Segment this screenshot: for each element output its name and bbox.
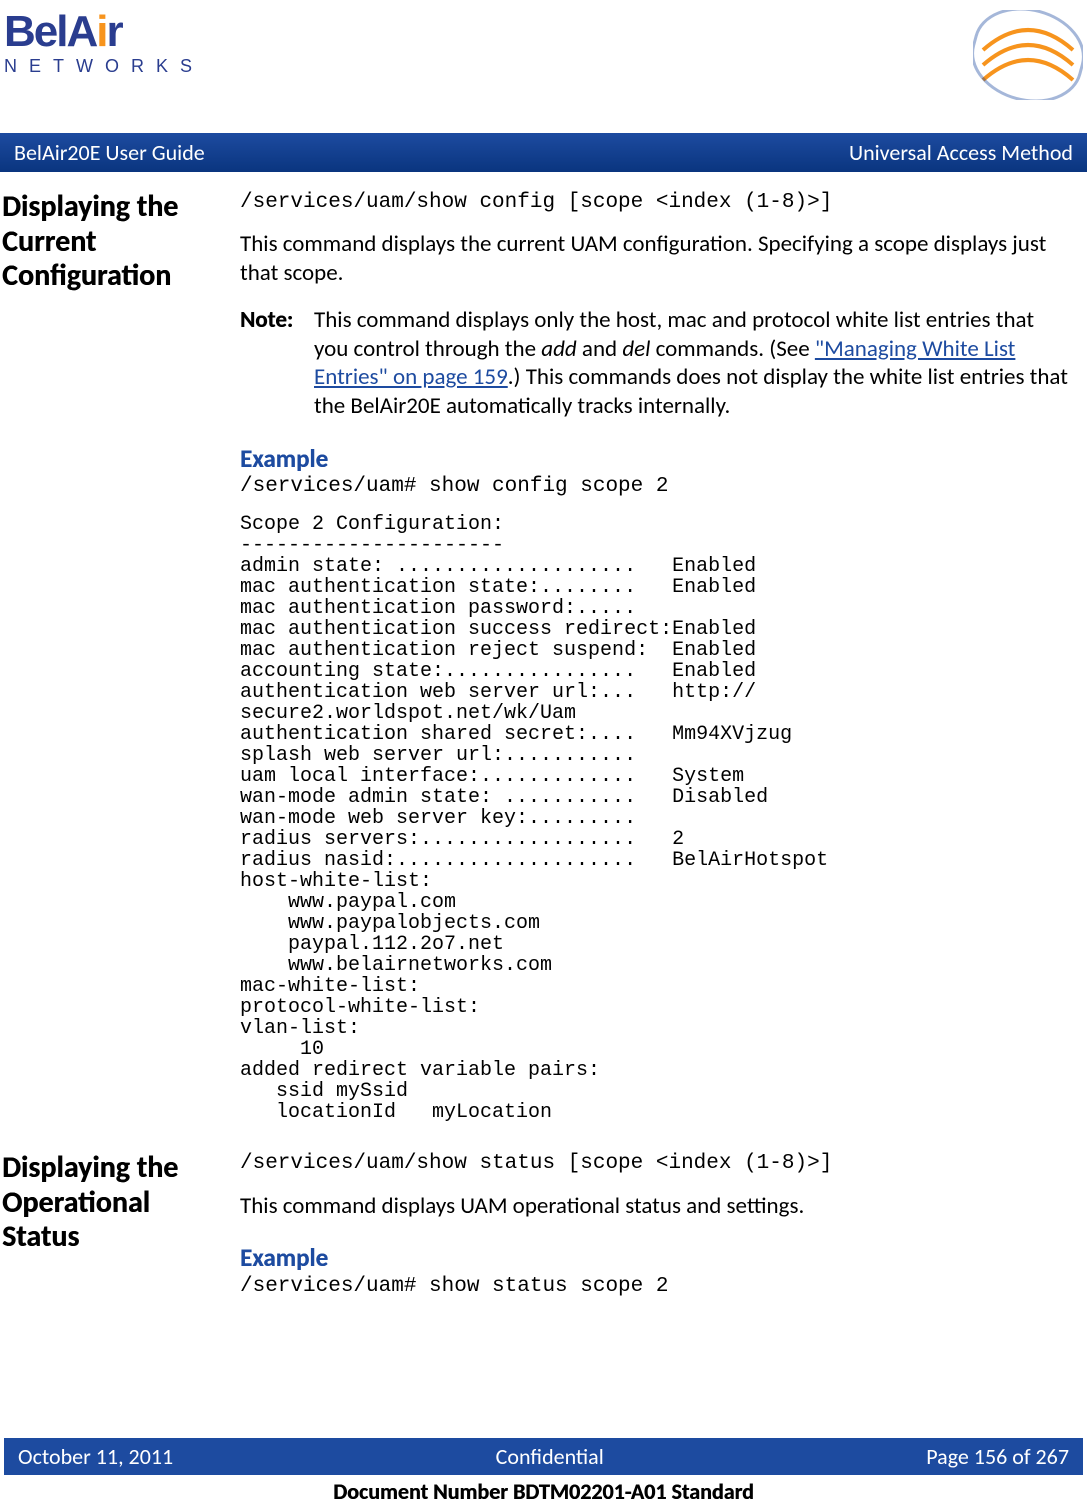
footer-confidential: Confidential bbox=[496, 1443, 604, 1470]
section-body: /services/uam/show config [scope <index … bbox=[240, 190, 1077, 1123]
title-bar: BelAir20E User Guide Universal Access Me… bbox=[0, 133, 1087, 172]
command-syntax: /services/uam/show config [scope <index … bbox=[240, 190, 1069, 216]
section-displaying-config: Displaying the Current Configuration /se… bbox=[0, 190, 1077, 1123]
footer-date: October 11, 2011 bbox=[18, 1443, 173, 1470]
footer-page: Page 156 of 267 bbox=[926, 1443, 1069, 1470]
example-heading: Example bbox=[240, 443, 1069, 474]
main-content: Displaying the Current Configuration /se… bbox=[0, 172, 1087, 1300]
example-output: Scope 2 Configuration: -----------------… bbox=[240, 514, 1069, 1123]
guide-title: BelAir20E User Guide bbox=[14, 139, 205, 166]
command-description: This command displays UAM operational st… bbox=[240, 1192, 1069, 1221]
chapter-title: Universal Access Method bbox=[849, 139, 1073, 166]
section-displaying-status: Displaying the Operational Status /servi… bbox=[0, 1151, 1077, 1300]
command-description: This command displays the current UAM co… bbox=[240, 230, 1069, 288]
logo: BelAir NETWORKS bbox=[4, 10, 204, 77]
section-body: /services/uam/show status [scope <index … bbox=[240, 1151, 1077, 1300]
example-command: /services/uam# show config scope 2 bbox=[240, 474, 1069, 500]
document-number: Document Number BDTM02201-A01 Standard bbox=[0, 1478, 1087, 1505]
note-text: This command displays only the host, mac… bbox=[314, 306, 1069, 421]
section-heading: Displaying the Operational Status bbox=[0, 1151, 240, 1255]
logo-main: BelAir bbox=[4, 10, 122, 54]
command-syntax: /services/uam/show status [scope <index … bbox=[240, 1151, 1069, 1177]
note-del-cmd: del bbox=[622, 335, 650, 363]
note-block: Note: This command displays only the hos… bbox=[240, 306, 1069, 421]
page-header: BelAir NETWORKS bbox=[0, 0, 1087, 105]
note-mid1: commands. (See bbox=[650, 335, 814, 363]
note-and: and bbox=[577, 335, 623, 363]
note-label: Note: bbox=[240, 306, 314, 335]
footer-bar: October 11, 2011 Confidential Page 156 o… bbox=[4, 1438, 1083, 1475]
example-heading: Example bbox=[240, 1242, 1069, 1273]
logo-subtext: NETWORKS bbox=[4, 56, 204, 77]
example-command: /services/uam# show status scope 2 bbox=[240, 1274, 1069, 1300]
wave-icon bbox=[973, 10, 1083, 105]
note-add-cmd: add bbox=[541, 335, 576, 363]
section-heading: Displaying the Current Configuration bbox=[0, 190, 240, 294]
